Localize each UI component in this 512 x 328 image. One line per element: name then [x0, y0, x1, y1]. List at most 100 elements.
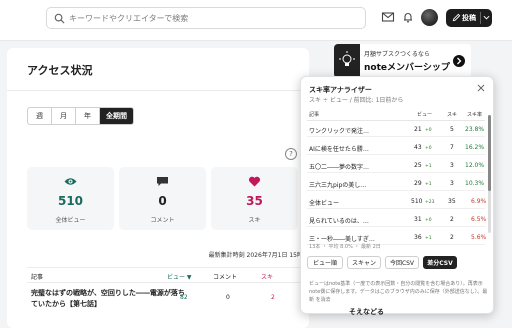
row-rate: 10.3% — [465, 180, 485, 187]
panel-table-header: 記事 ビュー スキ スキ率 — [307, 110, 485, 121]
bulb-icon — [334, 44, 360, 78]
avatar[interactable] — [421, 9, 438, 26]
stat-likes-label: スキ — [248, 217, 261, 224]
row-likes: 35 — [448, 198, 456, 205]
row-title: ワンクリックで発注… — [309, 128, 370, 135]
row-views: 29 — [414, 180, 422, 187]
row-rate: 12.0% — [465, 162, 485, 169]
table-row[interactable]: ワンクリックで発注… 21 +0 5 23.8% — [307, 122, 485, 137]
sort-by-views-button[interactable]: ビュー順 — [307, 256, 343, 269]
row-likes: 3 — [450, 180, 454, 187]
row-likes: 3 — [450, 162, 454, 169]
stat-comments-label: コメント — [150, 217, 175, 224]
table-row[interactable]: AIに検を任せたら勝… 43 +0 7 16.2% — [307, 140, 485, 155]
search-placeholder: キーワードやクリエイターで検索 — [69, 14, 189, 23]
panel-summary: 13本 ・ 平均 8.0% ・ 最新 2日 — [309, 244, 381, 250]
row-title: 三・一秒――美しすぎ… — [309, 236, 375, 243]
stat-likes-value: 35 — [246, 194, 263, 208]
row-likes: 2 — [450, 234, 454, 241]
stat-views-label: 全体ビュー — [55, 217, 86, 224]
article-views: 82 — [180, 294, 188, 301]
heart-icon — [248, 176, 261, 187]
row-rate: 16.2% — [465, 144, 485, 151]
panel-scrollbar[interactable] — [488, 115, 491, 233]
stat-likes: 35 スキ — [211, 167, 298, 230]
row-views-delta: +0 — [425, 218, 432, 223]
col-article: 記事 — [31, 274, 44, 281]
access-card: アクセス状況 週 月 年 全期間 ? 510 全体ビュー 0 コメント 35 ス… — [7, 48, 309, 328]
article-likes: 2 — [271, 294, 275, 301]
post-button-label: 投稿 — [462, 14, 476, 22]
row-views-delta: +23 — [425, 200, 435, 205]
article-comments: 0 — [226, 294, 230, 301]
table-row[interactable]: 全体ビュー 510 +23 35 6.9% — [307, 194, 487, 209]
row-views: 21 — [414, 126, 422, 133]
search-icon — [54, 13, 65, 24]
row-title: 見られているのは、… — [309, 218, 369, 225]
eye-icon — [64, 178, 77, 185]
table-row[interactable]: 見られているのは、… 31 +0 2 6.5% — [307, 212, 487, 227]
post-button[interactable]: 投稿 — [446, 9, 492, 27]
scan-button[interactable]: スキャン — [347, 256, 381, 269]
row-likes: 7 — [450, 144, 454, 151]
like-rate-analyzer-panel: スキ率アナライザー スキ ÷ ビュー / 前回比: 1日前から 記事 ビュー ス… — [300, 76, 494, 314]
mail-icon[interactable] — [381, 10, 395, 24]
row-views: 25 — [414, 162, 422, 169]
row-views-delta: +1 — [425, 182, 432, 187]
membership-banner[interactable]: 月額サブスクつくるなら noteメンバーシップ — [334, 44, 471, 78]
row-views-delta: +1 — [425, 236, 432, 241]
panel-col-rate[interactable]: スキ率 — [467, 111, 482, 118]
comment-icon — [157, 177, 168, 186]
tab-month[interactable]: 月 — [52, 108, 76, 124]
top-header: キーワードやクリエイターで検索 投稿 — [0, 0, 512, 41]
scrollbar-thumb[interactable] — [488, 115, 491, 191]
close-icon[interactable] — [477, 84, 485, 92]
row-rate: 23.8% — [465, 126, 485, 133]
row-views-delta: +0 — [425, 146, 432, 151]
row-title: AIに検を任せたら勝… — [309, 146, 369, 153]
row-views: 36 — [414, 234, 422, 241]
row-views-delta: +1 — [425, 164, 432, 169]
help-icon[interactable]: ? — [285, 148, 297, 160]
bell-icon[interactable] — [401, 10, 415, 24]
panel-footnote: ビューはnote基準（一度での表示回数・自分の閲覧を含む場合あり）。再表示 no… — [309, 281, 488, 303]
col-likes[interactable]: スキ — [261, 272, 273, 281]
current-csv-button[interactable]: 今回CSV — [385, 256, 419, 269]
row-rate: 6.9% — [471, 198, 487, 205]
table-row[interactable]: 五〇二――夢の数字… 25 +1 3 12.0% — [307, 158, 485, 173]
panel-subtitle: スキ ÷ ビュー / 前回比: 1日前から — [309, 97, 404, 104]
panel-col-likes[interactable]: スキ — [447, 111, 457, 118]
tab-all-time[interactable]: 全期間 — [100, 108, 133, 124]
table-row[interactable]: 三六三九pipの美し… 29 +1 3 10.3% — [307, 176, 485, 191]
row-title: 全体ビュー — [309, 200, 340, 207]
row-rate: 5.6% — [471, 234, 487, 241]
tab-year[interactable]: 年 — [76, 108, 100, 124]
stat-comments: 0 コメント — [119, 167, 206, 230]
arrow-right-icon[interactable] — [453, 55, 465, 67]
search-input[interactable]: キーワードやクリエイターで検索 — [46, 7, 366, 29]
hidden-behind-text: そえなどる — [349, 308, 384, 316]
stat-views-value: 510 — [57, 194, 84, 208]
row-rate: 6.5% — [471, 216, 487, 223]
diff-csv-button[interactable]: 差分CSV — [423, 256, 457, 269]
pen-icon — [452, 13, 461, 22]
row-title: 五〇二――夢の数字… — [309, 164, 370, 171]
row-views: 43 — [414, 144, 422, 151]
panel-col-article[interactable]: 記事 — [309, 111, 319, 118]
page-title: アクセス状況 — [27, 64, 93, 77]
article-table-header: 記事 ビュー ▼ コメント スキ — [27, 267, 309, 283]
col-comments[interactable]: コメント — [213, 272, 237, 281]
col-views[interactable]: ビュー ▼ — [167, 272, 192, 281]
panel-title: スキ率アナライザー — [309, 86, 372, 94]
stat-comments-value: 0 — [158, 194, 167, 208]
table-row[interactable]: 完璧なはずの戦略が、空回りした――電源が落ちていたから【第七話】 82 0 2 — [27, 288, 309, 318]
row-views: 510 — [411, 198, 423, 205]
chevron-down-icon[interactable] — [483, 14, 490, 21]
tab-week[interactable]: 週 — [28, 108, 52, 124]
article-title[interactable]: 完璧なはずの戦略が、空回りした――電源が落ちていたから【第七話】 — [31, 288, 186, 310]
panel-col-views[interactable]: ビュー — [417, 111, 432, 118]
stat-views: 510 全体ビュー — [27, 167, 114, 230]
post-button-divider — [480, 12, 481, 24]
banner-subtitle: 月額サブスクつくるなら — [364, 51, 430, 58]
row-views: 31 — [414, 216, 422, 223]
